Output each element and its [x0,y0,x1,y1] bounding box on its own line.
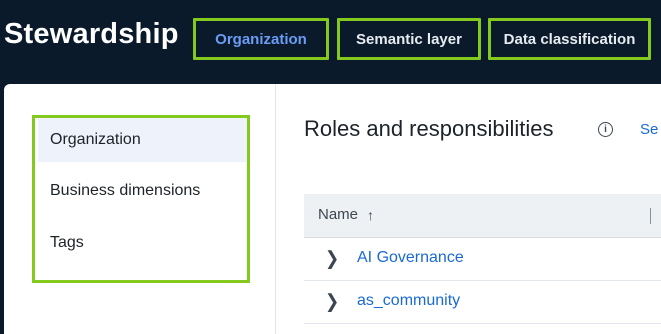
table-header: Name ↑ [304,194,661,238]
arrow-up-icon: ↑ [367,206,375,223]
page-title: Roles and responsibilities [304,116,554,141]
tab-label: Semantic layer [356,30,462,48]
top-bar: Stewardship Organization Semantic layer … [0,0,661,82]
tab-semantic-layer[interactable]: Semantic layer [337,18,481,60]
tab-data-classification[interactable]: Data classification [488,18,651,60]
header-link[interactable]: Se [640,121,658,138]
content-panel: Organization Business dimensions Tags Ro… [4,84,661,334]
column-divider[interactable] [650,208,651,224]
sidebar-nav: Organization Business dimensions Tags [32,115,250,283]
sidebar: Organization Business dimensions Tags [4,84,276,334]
sidebar-item-tags[interactable]: Tags [38,221,247,265]
sidebar-item-label: Business dimensions [50,182,201,199]
sidebar-item-organization[interactable]: Organization [38,118,247,162]
column-header-name[interactable]: Name ↑ [318,206,374,223]
table-row: ❯ as_community [304,281,661,324]
chevron-right-icon[interactable]: ❯ [325,291,339,313]
row-name-link[interactable]: AI Governance [357,249,464,267]
table-row: ❯ AI Governance [304,238,661,281]
sidebar-item-label: Organization [50,131,141,148]
info-icon[interactable]: i [598,122,613,137]
sidebar-item-business-dimensions[interactable]: Business dimensions [38,169,247,213]
column-header-label: Name [318,206,359,223]
sidebar-item-label: Tags [50,234,84,251]
app-title: Stewardship [4,18,179,50]
tab-label: Data classification [503,30,636,48]
row-name-link[interactable]: as_community [357,292,460,310]
main-content: Roles and responsibilities i Se Name ↑ ❯… [276,84,661,334]
tab-organization[interactable]: Organization [193,18,329,60]
chevron-right-icon[interactable]: ❯ [325,248,339,270]
tab-label: Organization [215,30,307,48]
